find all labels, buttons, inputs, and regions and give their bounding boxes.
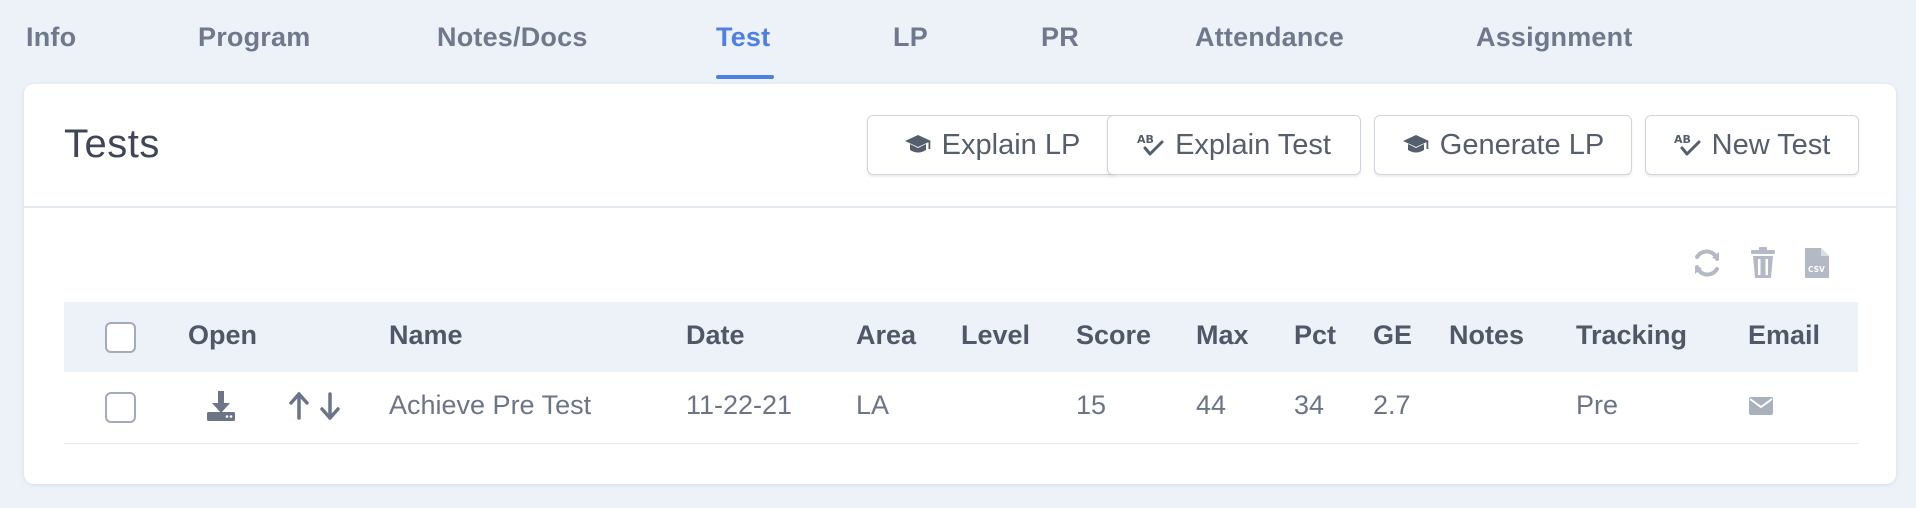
new-test-button[interactable]: AB New Test <box>1645 115 1859 175</box>
graduation-cap-icon <box>904 135 931 153</box>
cell-tracking: Pre <box>1576 390 1619 420</box>
svg-text:AB: AB <box>1674 133 1691 146</box>
cell-date: 11-22-21 <box>686 390 793 420</box>
page-title: Tests <box>64 122 160 166</box>
tab-notes-docs[interactable]: Notes/Docs <box>437 22 588 53</box>
tests-card: Tests Explain LP AB Explain Test Generat… <box>24 84 1896 484</box>
col-email: Email <box>1748 320 1821 350</box>
graduation-cap-icon <box>1402 135 1429 153</box>
col-area: Area <box>856 320 917 350</box>
col-date: Date <box>686 320 745 350</box>
cell-pct: 34 <box>1294 390 1325 420</box>
svg-text:CSV: CSV <box>1808 265 1825 274</box>
tab-lp[interactable]: LP <box>893 22 928 53</box>
explain-lp-button[interactable]: Explain LP <box>867 115 1117 175</box>
col-max: Max <box>1196 320 1249 350</box>
active-tab-indicator <box>716 75 774 79</box>
col-ge: GE <box>1373 320 1413 350</box>
col-notes: Notes <box>1449 320 1525 350</box>
tab-pr[interactable]: PR <box>1041 22 1079 53</box>
generate-lp-button[interactable]: Generate LP <box>1374 115 1632 175</box>
email-icon[interactable] <box>1748 396 1774 416</box>
cell-score: 15 <box>1076 390 1107 420</box>
download-icon[interactable] <box>206 390 236 422</box>
row-checkbox[interactable] <box>105 392 136 423</box>
tab-assignment[interactable]: Assignment <box>1476 22 1633 53</box>
tab-info[interactable]: Info <box>26 22 76 53</box>
tab-test[interactable]: Test <box>716 22 770 53</box>
cell-ge: 2.7 <box>1373 390 1411 420</box>
cell-max: 44 <box>1196 390 1227 420</box>
explain-test-label: Explain Test <box>1175 128 1331 161</box>
cell-name: Achieve Pre Test <box>389 390 592 420</box>
svg-text:AB: AB <box>1137 133 1154 146</box>
move-down-icon[interactable] <box>320 392 340 420</box>
cell-area: LA <box>856 390 890 420</box>
explain-test-button[interactable]: AB Explain Test <box>1107 115 1361 175</box>
spellcheck-icon: AB <box>1137 133 1164 156</box>
col-tracking: Tracking <box>1576 320 1688 350</box>
move-up-icon[interactable] <box>289 392 309 420</box>
col-name: Name <box>389 320 463 350</box>
col-open: Open <box>188 320 258 350</box>
tab-program[interactable]: Program <box>198 22 310 53</box>
new-test-label: New Test <box>1711 128 1831 161</box>
col-pct: Pct <box>1294 320 1337 350</box>
explain-lp-label: Explain LP <box>941 128 1081 161</box>
tab-bar: Info Program Notes/Docs Test LP PR Atten… <box>0 0 1916 82</box>
csv-file-icon[interactable]: CSV <box>1804 246 1830 280</box>
header-divider <box>24 206 1896 208</box>
trash-icon[interactable] <box>1749 246 1777 280</box>
refresh-icon[interactable] <box>1690 246 1724 280</box>
table-row: Achieve Pre Test 11-22-21 LA 15 44 34 2.… <box>64 372 1858 444</box>
spellcheck-icon: AB <box>1674 133 1701 156</box>
tab-attendance[interactable]: Attendance <box>1195 22 1344 53</box>
generate-lp-label: Generate LP <box>1439 128 1605 161</box>
table-header: Open Name Date Area Level Score Max Pct … <box>64 302 1858 372</box>
col-level: Level <box>961 320 1031 350</box>
select-all-checkbox[interactable] <box>105 322 136 353</box>
col-score: Score <box>1076 320 1152 350</box>
